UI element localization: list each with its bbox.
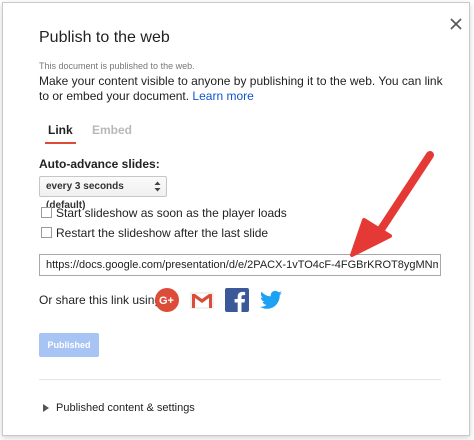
restart-slideshow-option[interactable]: Restart the slideshow after the last sli… [39,226,299,240]
published-status: This document is published to the web. [39,61,195,71]
start-slideshow-option[interactable]: Start slideshow as soon as the player lo… [39,206,299,220]
learn-more-link[interactable]: Learn more [192,89,253,103]
published-settings-expander[interactable]: Published content & settings [39,400,219,416]
gmail-icon[interactable] [190,288,214,312]
facebook-icon[interactable] [225,288,249,312]
dialog-description: Make your content visible to anyone by p… [39,74,449,104]
section-divider [39,379,441,380]
publish-dialog: Publish to the web This document is publ… [2,2,470,436]
tab-embed[interactable]: Embed [89,123,135,142]
select-arrows-icon [154,181,161,192]
twitter-icon[interactable] [259,288,283,312]
dialog-title: Publish to the web [39,29,170,46]
share-label: Or share this link using: [39,293,165,307]
auto-advance-label: Auto-advance slides: [39,157,160,171]
restart-slideshow-label: Restart the slideshow after the last sli… [56,226,269,240]
published-button[interactable]: Published [39,333,99,357]
tab-bar: Link Embed [39,123,439,145]
expand-triangle-icon [43,404,49,412]
start-slideshow-checkbox[interactable] [41,207,52,218]
google-plus-icon[interactable]: G+ [155,288,179,312]
auto-advance-select[interactable]: every 3 seconds (default) [39,176,167,211]
published-settings-label: Published content & settings [56,402,195,414]
published-url-field[interactable] [39,254,441,276]
close-icon[interactable] [449,17,463,31]
restart-slideshow-checkbox[interactable] [41,227,52,238]
start-slideshow-label: Start slideshow as soon as the player lo… [56,206,287,220]
tab-link[interactable]: Link [45,123,76,144]
svg-text:G+: G+ [159,295,174,307]
